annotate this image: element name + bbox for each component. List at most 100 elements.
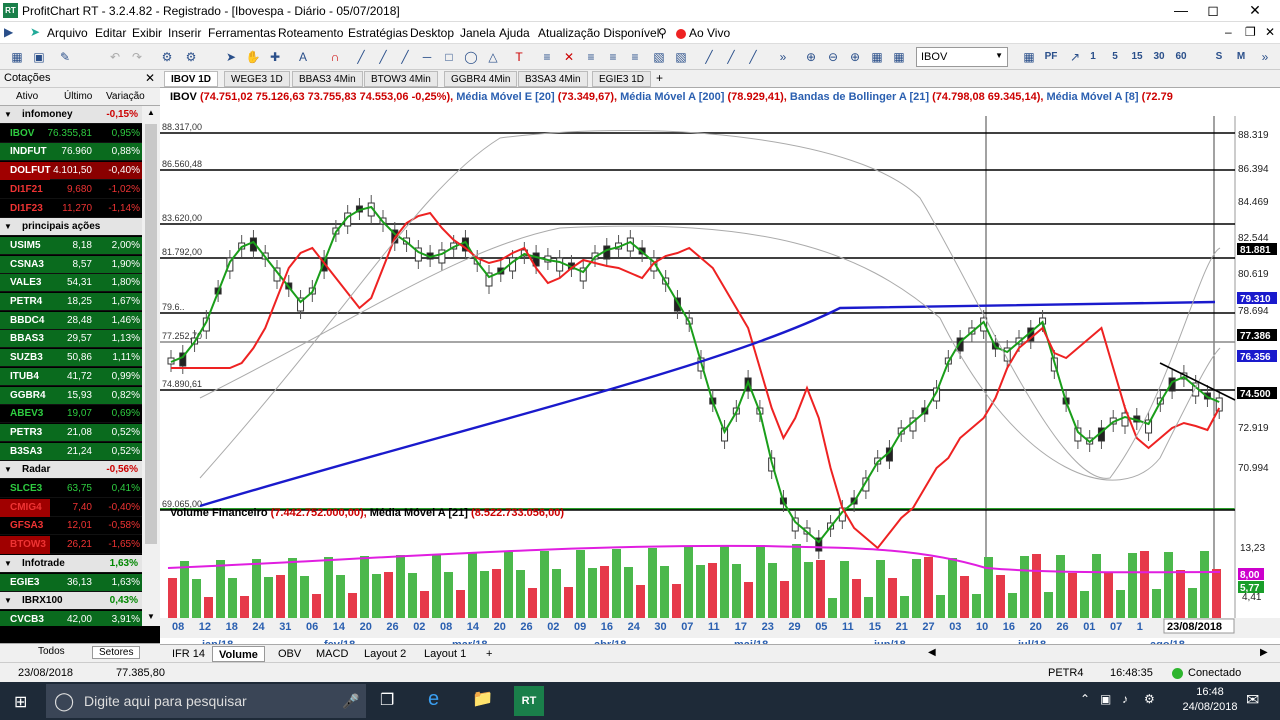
- tab-bbas3-4min[interactable]: BBAS3 4Min: [292, 71, 363, 87]
- zoom-reset-icon[interactable]: ▦: [868, 48, 886, 66]
- tab-btow3-4min[interactable]: BTOW3 4Min: [364, 71, 438, 87]
- cursor-icon[interactable]: ➤: [222, 48, 240, 66]
- period-tick-icon[interactable]: ↗: [1066, 48, 1084, 66]
- quote-group[interactable]: ▼ Radar -0,56%: [0, 461, 142, 480]
- collapse-icon[interactable]: ▼: [4, 218, 12, 236]
- close-icon[interactable]: ✕: [1240, 2, 1270, 19]
- quote-row[interactable]: CVCB3 42,00 3,91%: [0, 610, 142, 626]
- menu-ao-vivo[interactable]: Ao Vivo: [689, 26, 730, 40]
- fibo-extension-icon[interactable]: ≡: [626, 48, 644, 66]
- clock-time[interactable]: 16:48: [1180, 686, 1240, 698]
- angle-icon[interactable]: ╱: [744, 48, 762, 66]
- fibo-fan-icon[interactable]: ≡: [582, 48, 600, 66]
- collapse-icon[interactable]: ▼: [4, 555, 12, 573]
- grid-icon[interactable]: ▦: [890, 48, 908, 66]
- undo-icon[interactable]: ↶: [106, 48, 124, 66]
- col-ativo[interactable]: Ativo: [16, 91, 38, 102]
- scroll-right-icon[interactable]: ▶: [1260, 647, 1268, 658]
- quote-row[interactable]: GGBR4 15,93 0,82%: [0, 386, 142, 405]
- redo-icon[interactable]: ↷: [128, 48, 146, 66]
- arc-icon[interactable]: ╱: [722, 48, 740, 66]
- magnet-icon[interactable]: ∩: [326, 48, 344, 66]
- menu-inserir[interactable]: Inserir: [168, 26, 201, 40]
- chart-icon[interactable]: ▦: [8, 48, 26, 66]
- price-chart-svg[interactable]: 88.317,00 86.560,48 83.620,00 81.792,00 79.6…: [160, 88, 1280, 644]
- zoom-out-icon[interactable]: ⊖: [824, 48, 842, 66]
- trend-line-icon[interactable]: ╱: [374, 48, 392, 66]
- quote-row[interactable]: DOLFUT 4.101,50 -0,40%: [0, 162, 142, 181]
- menu-editar[interactable]: Editar: [95, 26, 126, 40]
- quote-row[interactable]: ITUB4 41,72 0,99%: [0, 367, 142, 386]
- fibo-retracement-icon[interactable]: ≡: [604, 48, 622, 66]
- tab-ifr14[interactable]: IFR 14: [166, 646, 211, 662]
- period-5-button[interactable]: 5: [1106, 48, 1124, 66]
- profitchart-taskbar-icon[interactable]: RT: [514, 686, 544, 716]
- tools-icon[interactable]: ✎: [56, 48, 74, 66]
- clock-date[interactable]: 24/08/2018: [1180, 701, 1240, 713]
- quote-row[interactable]: CSNA3 8,57 1,90%: [0, 255, 142, 274]
- tab-setores[interactable]: Setores: [92, 646, 141, 659]
- menu-ajuda[interactable]: Ajuda: [499, 26, 530, 40]
- quote-group[interactable]: ▼ infomoney -0,15%: [0, 106, 142, 124]
- tab-todos[interactable]: Todos: [38, 646, 65, 657]
- quotes-scrollbar[interactable]: ▲ ▼: [142, 106, 160, 626]
- channel-icon[interactable]: ≡: [538, 48, 556, 66]
- notification-icon[interactable]: ✉: [1246, 690, 1259, 710]
- mdi-minimize-icon[interactable]: –: [1225, 25, 1232, 39]
- period-m-button[interactable]: M: [1232, 48, 1250, 66]
- quote-group[interactable]: ▼ IBRX100 0,43%: [0, 592, 142, 611]
- file-explorer-icon[interactable]: 📁: [472, 689, 493, 709]
- task-view-icon[interactable]: ❐: [380, 690, 394, 710]
- menu-atualizacao[interactable]: Atualização Disponível: [538, 26, 659, 40]
- save-icon[interactable]: ▣: [30, 48, 48, 66]
- app-menu-icon[interactable]: ▶: [4, 25, 13, 39]
- scroll-down-icon[interactable]: ▼: [144, 612, 158, 626]
- quote-row[interactable]: CMIG4 7,40 -0,40%: [0, 498, 142, 517]
- compare-icon[interactable]: ▦: [1020, 48, 1038, 66]
- tab-obv[interactable]: OBV: [272, 646, 307, 662]
- network-icon[interactable]: ▣: [1100, 692, 1111, 706]
- quote-group[interactable]: ▼ Infotrade 1,63%: [0, 554, 142, 573]
- maximize-icon[interactable]: ◻: [1198, 2, 1228, 19]
- collapse-icon[interactable]: ▼: [4, 461, 12, 479]
- mdi-close-icon[interactable]: ✕: [1265, 25, 1275, 39]
- edge-icon[interactable]: e: [428, 688, 439, 711]
- toggle-icon[interactable]: ➤: [30, 25, 40, 39]
- zoom-in-icon[interactable]: ⊕: [802, 48, 820, 66]
- language-icon[interactable]: ⚙: [1144, 692, 1155, 706]
- text-icon[interactable]: T: [510, 48, 528, 66]
- menu-desktop[interactable]: Desktop: [410, 26, 454, 40]
- scroll-left-icon[interactable]: ◀: [928, 647, 936, 658]
- period-15-button[interactable]: 15: [1128, 48, 1146, 66]
- period-pf-button[interactable]: PF: [1042, 48, 1060, 66]
- windows-start-icon[interactable]: ⊞: [14, 692, 27, 712]
- crosshair-icon[interactable]: ✚: [266, 48, 284, 66]
- hand-icon[interactable]: ✋: [244, 48, 262, 66]
- config-icon[interactable]: ⚙: [182, 48, 200, 66]
- triangle-icon[interactable]: △: [484, 48, 502, 66]
- tab-egie3-1d[interactable]: EGIE3 1D: [592, 71, 652, 87]
- quote-row[interactable]: SUZB3 50,86 1,11%: [0, 349, 142, 368]
- col-variacao[interactable]: Variação: [106, 91, 145, 102]
- period-1-button[interactable]: 1: [1084, 48, 1102, 66]
- tab-layout2[interactable]: Layout 2: [358, 646, 412, 662]
- quote-row[interactable]: ABEV3 19,07 0,69%: [0, 405, 142, 424]
- tab-layout1[interactable]: Layout 1: [418, 646, 472, 662]
- andrews-icon[interactable]: ▧: [650, 48, 668, 66]
- quote-row[interactable]: GFSA3 12,01 -0,58%: [0, 517, 142, 536]
- collapse-icon[interactable]: ▼: [4, 106, 12, 124]
- mdi-restore-icon[interactable]: ❐: [1245, 25, 1256, 39]
- scroll-up-icon[interactable]: ▲: [144, 108, 158, 122]
- quote-row[interactable]: DI1F21 9,680 -1,02%: [0, 180, 142, 199]
- add-tab-button[interactable]: +: [656, 71, 663, 85]
- menu-ferramentas[interactable]: Ferramentas: [208, 26, 276, 40]
- symbol-select[interactable]: IBOV ▼: [916, 47, 1008, 67]
- ray-line-icon[interactable]: ╱: [396, 48, 414, 66]
- period-60-button[interactable]: 60: [1172, 48, 1190, 66]
- menu-estrategias[interactable]: Estratégias: [348, 26, 408, 40]
- quote-row[interactable]: EGIE3 36,13 1,63%: [0, 573, 142, 592]
- quote-row[interactable]: BTOW3 26,21 -1,65%: [0, 536, 142, 555]
- scroll-thumb[interactable]: [145, 124, 157, 544]
- menu-exibir[interactable]: Exibir: [132, 26, 162, 40]
- zoom-icon[interactable]: ⚙: [158, 48, 176, 66]
